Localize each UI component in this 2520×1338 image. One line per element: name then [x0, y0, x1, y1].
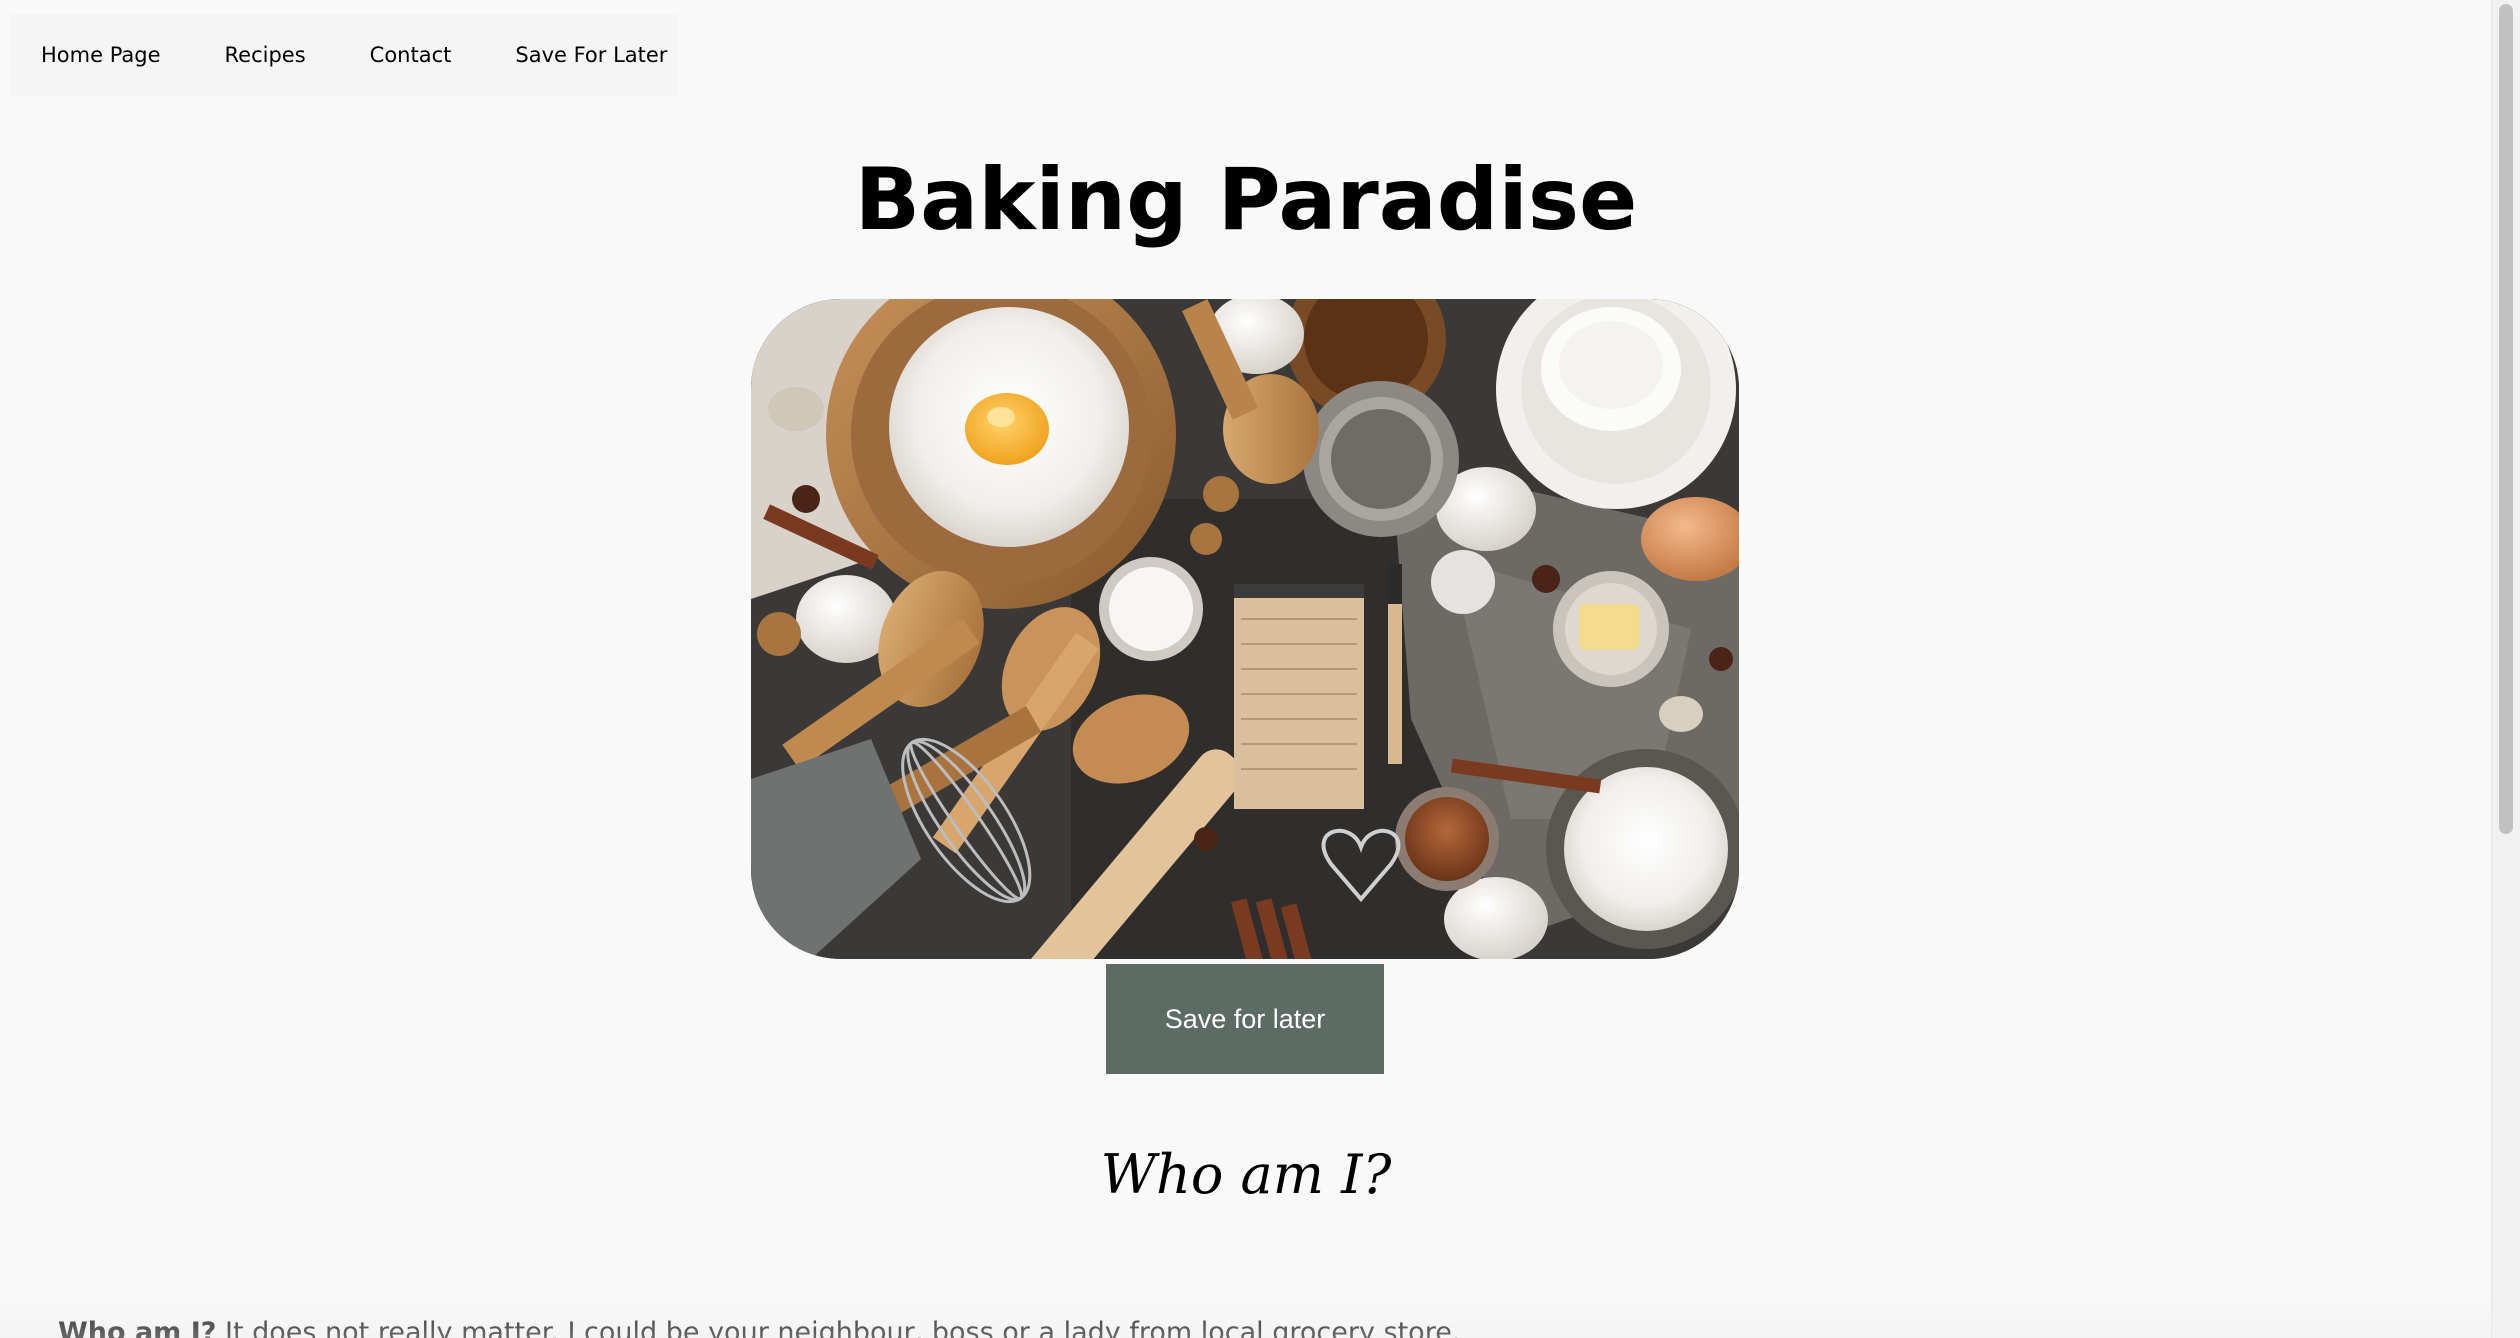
vertical-scrollbar[interactable]	[2491, 0, 2520, 1338]
nav-recipes-link[interactable]: Recipes	[193, 43, 338, 67]
about-heading: Who am I?	[1100, 1143, 1392, 1206]
nav-save-for-later-link[interactable]: Save For Later	[483, 43, 699, 67]
hero-image	[751, 299, 1739, 959]
page: Home Page Recipes Contact Save For Later…	[0, 0, 2520, 1338]
about-lead-bold: Who am I?	[58, 1317, 217, 1338]
about-paragraph: Who am I? It does not really matter. I c…	[58, 1315, 1460, 1338]
page-title: Baking Paradise	[854, 150, 1638, 250]
baking-ingredients-photo-icon	[751, 299, 1739, 959]
scrollbar-thumb[interactable]	[2499, 4, 2513, 834]
nav-home-link[interactable]: Home Page	[10, 43, 193, 67]
about-text: It does not really matter. I could be yo…	[216, 1317, 1461, 1338]
nav-contact-link[interactable]: Contact	[338, 43, 484, 67]
top-nav: Home Page Recipes Contact Save For Later	[10, 14, 678, 96]
save-for-later-button[interactable]: Save for later	[1106, 964, 1384, 1074]
